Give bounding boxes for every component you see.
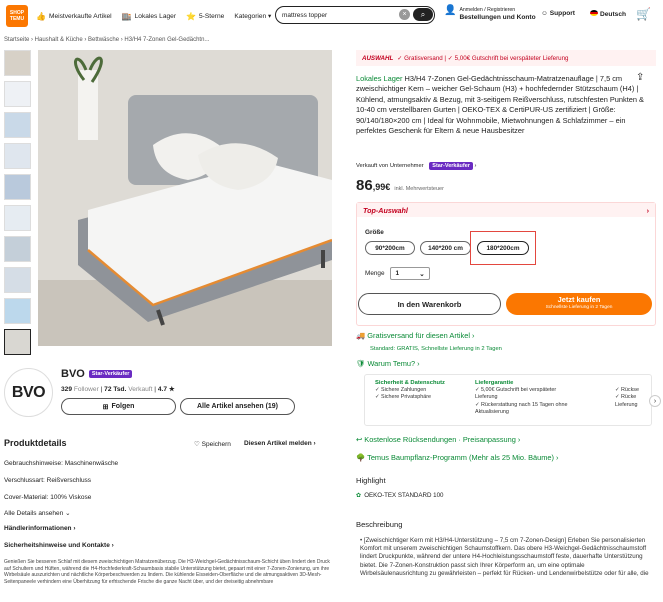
seller-logo[interactable]: BVO	[4, 368, 53, 417]
description-text: • [Zweischichtiger Kern mit H3/H4-Unters…	[360, 537, 649, 577]
price: 86,99€ inkl. Mehrwertsteuer	[356, 177, 444, 194]
thumbnail-selected[interactable]	[4, 329, 31, 355]
size-label: Größe	[365, 229, 384, 236]
nav-categories[interactable]: Kategorien ▾	[234, 12, 271, 20]
save-link[interactable]: ♡ Speichern	[194, 440, 231, 448]
free-shipping-link[interactable]: 🚚 Gratisversand für diesen Artikel ›	[356, 331, 474, 340]
support-icon: ☺	[541, 10, 548, 17]
chevron-right-icon: ›	[646, 205, 649, 215]
highlight-heading: Highlight	[356, 476, 386, 485]
why-temu-link[interactable]: 🛡 Warum Temu? ›	[356, 359, 420, 368]
details-description: Genießen Sie besseren Schlaf mit diesem …	[4, 559, 330, 585]
safety-link[interactable]: Sicherheitshinweise und Kontakte ›	[4, 542, 114, 549]
nav-five-stars[interactable]: ⭐ 5-Sterne	[186, 12, 224, 21]
tree-program-link[interactable]: 🌳 Temus Baumpflanz-Programm (Mehr als 25…	[356, 453, 559, 462]
star-seller-badge: Star-Verkäufer	[88, 370, 133, 378]
thumbnail[interactable]	[4, 143, 31, 169]
detail-row: Gebrauchshinweise: Maschinenwäsche	[4, 460, 119, 467]
return-icon: ↩	[356, 435, 363, 444]
thumbnail[interactable]	[4, 81, 31, 107]
oeko-tex-badge[interactable]: ✿ OEKO-TEX STANDARD 100	[356, 492, 444, 499]
seller-stats: 329 Follower | 72 Tsd. Verkauft | 4.7 ★	[61, 386, 175, 393]
account-menu[interactable]: 👤 Anmelden / Registrieren Bestellungen und…	[444, 5, 536, 22]
thumbnail[interactable]	[4, 298, 31, 324]
add-to-cart-button[interactable]: In den Warenkorb	[358, 293, 501, 315]
tree-icon: 🌳	[356, 453, 366, 462]
top-choice-header[interactable]: Top-Auswahl ›	[357, 203, 655, 217]
size-option-90[interactable]: 90*200cm	[365, 241, 415, 255]
sold-by: Verkauft von Unternehmer Star-Verkäufer …	[356, 162, 477, 170]
dealer-info-link[interactable]: Händlerinformationen ›	[4, 525, 76, 532]
local-warehouse-tag: Lokales Lager	[356, 74, 403, 83]
truck-icon: 🚚	[356, 331, 366, 340]
search-icon[interactable]: ⌕	[413, 8, 433, 21]
heart-icon: ♡	[194, 441, 200, 448]
follow-icon: ⊞	[102, 403, 109, 411]
chevron-right-icon[interactable]: ›	[649, 395, 661, 407]
all-items-button[interactable]: Alle Artikel ansehen (19)	[180, 398, 295, 415]
detail-row: Verschlussart: Reißverschluss	[4, 477, 92, 484]
selection-highlight	[470, 231, 536, 265]
report-link[interactable]: Diesen Artikel melden ›	[244, 440, 316, 447]
flag-icon	[590, 10, 598, 16]
thumbnail[interactable]	[4, 236, 31, 262]
thumb-icon: 👍	[36, 11, 46, 21]
nav-bestsellers[interactable]: 👍 Meistverkaufte Artikel	[36, 12, 112, 21]
product-title: Lokales Lager H3/H4 7-Zonen Gel-Gedächtn…	[356, 74, 644, 136]
search-input[interactable]: mattress topper × ⌕	[275, 6, 435, 24]
shield-icon: 🛡	[356, 359, 366, 368]
thumbnail[interactable]	[4, 112, 31, 138]
all-details-link[interactable]: Alle Details ansehen ⌄	[4, 509, 71, 517]
share-icon[interactable]: ⇪	[636, 72, 644, 83]
star-icon: ⭐	[186, 11, 197, 21]
free-returns-link[interactable]: ↩ Kostenlose Rücksendungen · Preisanpass…	[356, 435, 520, 444]
guarantee-panel: Sicherheit & Datenschutz ✓ Sichere Zahlun…	[364, 374, 661, 426]
detail-row: Cover-Material: 100% Viskose	[4, 494, 92, 501]
certificate-icon: ✿	[356, 492, 362, 499]
thumbnail[interactable]	[4, 50, 31, 76]
breadcrumb[interactable]: Startseite › Haushalt & Küche › Bettwäsc…	[4, 37, 209, 43]
support-link[interactable]: ☺ Support	[541, 10, 575, 17]
selection-banner: AUSWAHL ✓ Gratisversand | ✓ 5,00€ Gutschr…	[356, 50, 656, 66]
seller-name[interactable]: BVO Star-Verkäufer	[61, 368, 133, 380]
language-select[interactable]: Deutsch	[590, 10, 626, 18]
product-image[interactable]	[38, 50, 332, 346]
thumbnail[interactable]	[4, 205, 31, 231]
buy-now-button[interactable]: Jetzt kaufen Schnellste Lieferung in 2 Ta…	[506, 293, 652, 315]
details-title: Produktdetails	[4, 438, 67, 448]
chevron-down-icon: ⌄	[419, 270, 425, 278]
temu-logo[interactable]: SHOP TEMU	[6, 5, 28, 27]
follow-button[interactable]: ⊞ Folgen	[61, 398, 176, 415]
clear-icon[interactable]: ×	[399, 9, 410, 20]
quantity-select[interactable]: 1 ⌄	[389, 267, 430, 280]
thumbnail[interactable]	[4, 267, 31, 293]
description-heading: Beschreibung	[356, 520, 403, 529]
nav-local-warehouse[interactable]: 🏬 Lokales Lager	[122, 12, 176, 21]
quantity-row: Menge 1 ⌄	[365, 267, 430, 280]
cart-icon[interactable]: 🛒	[636, 7, 651, 21]
user-icon: 👤	[444, 5, 457, 16]
size-option-140[interactable]: 140*200 cm	[420, 241, 471, 255]
mattress-topper-illustration	[38, 50, 332, 346]
shipping-info: Standard: GRATIS, Schnellste Lieferung i…	[370, 346, 502, 352]
thumbnail-list	[4, 50, 31, 360]
thumbnail[interactable]	[4, 174, 31, 200]
shop-icon: 🏬	[121, 11, 132, 21]
